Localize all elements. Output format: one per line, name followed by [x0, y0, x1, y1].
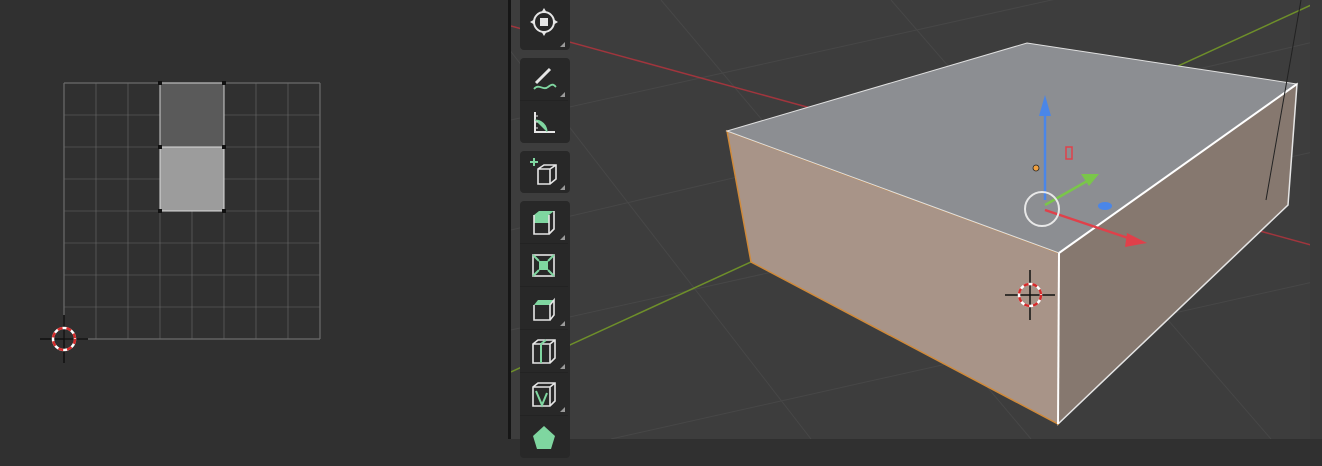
submenu-indicator	[560, 364, 565, 369]
submenu-indicator	[560, 185, 565, 190]
viewport-scene[interactable]	[511, 0, 1322, 439]
loop-cut-icon	[529, 336, 559, 366]
measure-icon	[530, 108, 558, 136]
tool-group-add	[520, 151, 570, 193]
submenu-indicator	[560, 235, 565, 240]
tool-group-transform	[520, 0, 570, 50]
transform-icon	[529, 7, 559, 37]
3d-viewport[interactable]	[511, 0, 1322, 439]
object-origin	[1032, 164, 1040, 172]
add-cube-tool-button[interactable]	[520, 151, 568, 193]
bevel-icon	[529, 293, 559, 323]
submenu-indicator	[560, 92, 565, 97]
uv-editor-canvas[interactable]	[0, 0, 508, 439]
submenu-indicator	[560, 407, 565, 412]
extrude-region-icon	[529, 207, 559, 237]
uv-editor-area[interactable]	[0, 0, 508, 439]
extrude-region-tool-button[interactable]	[520, 201, 568, 244]
poly-build-icon	[529, 422, 559, 452]
inset-faces-tool-button[interactable]	[520, 244, 568, 287]
add-cube-icon	[529, 157, 559, 187]
submenu-indicator	[560, 321, 565, 326]
annotate-tool-button[interactable]	[520, 58, 568, 101]
poly-build-tool-button[interactable]	[520, 416, 568, 458]
knife-tool-button[interactable]	[520, 373, 568, 416]
uv-face-selected[interactable]	[159, 146, 225, 212]
viewport-sidebar-edge[interactable]	[1310, 0, 1322, 439]
cube-edge-vertical	[1057, 252, 1060, 425]
measure-tool-button[interactable]	[520, 101, 568, 143]
tool-group-annotate	[520, 58, 570, 143]
bevel-tool-button[interactable]	[520, 287, 568, 330]
knife-icon	[529, 379, 559, 409]
inset-faces-icon	[529, 250, 559, 280]
tool-shelf	[520, 0, 570, 466]
transform-tool-button[interactable]	[520, 0, 568, 50]
tool-group-mesh	[520, 201, 570, 458]
2d-cursor-icon[interactable]	[40, 315, 88, 363]
submenu-indicator	[560, 42, 565, 47]
loop-cut-tool-button[interactable]	[520, 330, 568, 373]
annotate-icon	[530, 65, 558, 93]
uv-face-unselected[interactable]	[159, 82, 225, 148]
xz-plane-handle[interactable]	[1098, 202, 1112, 210]
